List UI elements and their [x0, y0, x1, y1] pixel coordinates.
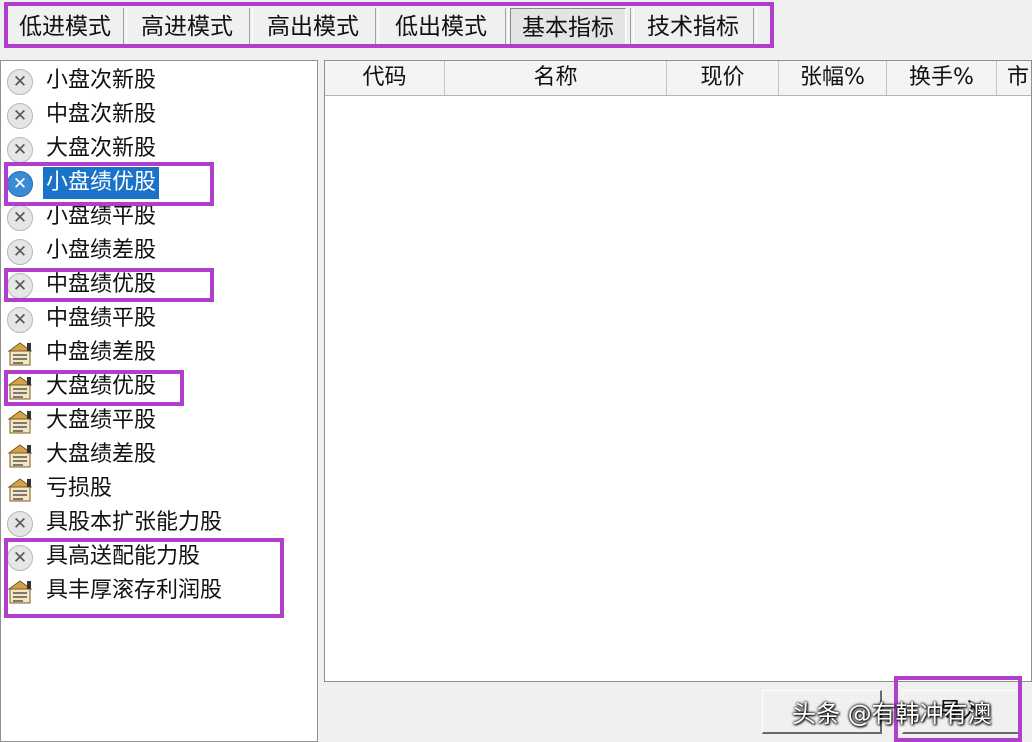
list-item-label: 中盘绩优股	[46, 272, 157, 297]
tab-separator	[249, 8, 253, 44]
tab-low-entry[interactable]: 低进模式	[10, 8, 120, 46]
grid-header: 代码 名称 现价 张幅% 换手% 市	[325, 61, 1031, 96]
tab-high-entry[interactable]: 高进模式	[128, 8, 246, 46]
list-item-label: 大盘次新股	[46, 136, 157, 161]
list-item-label: 亏损股	[46, 476, 113, 501]
column-header-price[interactable]: 现价	[667, 61, 779, 95]
list-item-label: 小盘绩平股	[46, 204, 157, 229]
column-header-name[interactable]: 名称	[445, 61, 667, 95]
x-circle-icon: ✕	[7, 205, 33, 231]
list-item[interactable]: 大盘绩差股	[7, 439, 307, 471]
x-circle-icon: ✕	[7, 171, 33, 197]
formula-note-icon	[7, 478, 33, 502]
tab-separator	[375, 8, 379, 44]
column-header-code[interactable]: 代码	[325, 61, 445, 95]
list-item[interactable]: 中盘绩差股	[7, 337, 307, 369]
list-item-label: 小盘绩差股	[46, 238, 157, 263]
column-header-change-pct[interactable]: 张幅%	[779, 61, 887, 95]
list-item-label: 小盘次新股	[46, 68, 157, 93]
x-circle-icon: ✕	[7, 511, 33, 537]
list-item[interactable]: 具丰厚滚存利润股	[7, 575, 307, 607]
import-button[interactable]: 导入	[902, 690, 1022, 734]
list-item[interactable]: ✕ 中盘绩优股	[7, 269, 307, 301]
list-item[interactable]: ✕ 大盘次新股	[7, 133, 307, 165]
list-item[interactable]: ✕ 小盘绩差股	[7, 235, 307, 267]
bottom-button-bar: 导入	[324, 682, 1032, 742]
list-item-label: 中盘绩平股	[46, 306, 157, 331]
list-item[interactable]: ✕ 小盘次新股	[7, 65, 307, 97]
list-item[interactable]: 大盘绩平股	[7, 405, 307, 437]
formula-note-icon	[7, 342, 33, 366]
tab-technical-indicators[interactable]: 技术指标	[636, 8, 750, 46]
x-circle-icon: ✕	[7, 239, 33, 265]
column-header-market[interactable]: 市	[997, 61, 1031, 95]
formula-note-icon	[7, 580, 33, 604]
tab-separator	[505, 8, 509, 44]
tab-basic-indicators[interactable]: 基本指标	[510, 8, 626, 46]
list-item[interactable]: 大盘绩优股	[7, 371, 307, 403]
mode-tab-bar: 低进模式 高进模式 高出模式 低出模式 基本指标 技术指标	[0, 0, 1032, 56]
condition-list[interactable]: ✕ 小盘次新股 ✕ 中盘次新股 ✕ 大盘次新股 ✕ 小盘绩优股 ✕ 小盘绩平股 …	[0, 60, 318, 742]
tab-separator	[753, 8, 757, 44]
list-item-label: 具股本扩张能力股	[46, 510, 223, 535]
list-item[interactable]: 亏损股	[7, 473, 307, 505]
formula-note-icon	[7, 410, 33, 434]
x-circle-icon: ✕	[7, 307, 33, 333]
x-circle-icon: ✕	[7, 545, 33, 571]
list-item[interactable]: ✕ 中盘次新股	[7, 99, 307, 131]
list-item[interactable]: ✕ 具高送配能力股	[7, 541, 307, 573]
x-circle-icon: ✕	[7, 273, 33, 299]
x-circle-icon: ✕	[7, 137, 33, 163]
list-item-label: 中盘次新股	[46, 102, 157, 127]
formula-note-icon	[7, 444, 33, 468]
x-circle-icon: ✕	[7, 69, 33, 95]
list-item[interactable]: ✕ 中盘绩平股	[7, 303, 307, 335]
formula-note-icon	[7, 376, 33, 400]
list-item-label: 大盘绩差股	[46, 442, 157, 467]
list-item-label: 大盘绩优股	[46, 374, 157, 399]
list-item[interactable]: ✕ 具股本扩张能力股	[7, 507, 307, 539]
list-item-label: 大盘绩平股	[46, 408, 157, 433]
x-circle-icon: ✕	[7, 103, 33, 129]
tab-separator	[123, 8, 127, 44]
tab-high-exit[interactable]: 高出模式	[254, 8, 372, 46]
action-button[interactable]	[762, 690, 882, 734]
stock-result-grid[interactable]: 代码 名称 现价 张幅% 换手% 市	[324, 60, 1032, 682]
tab-separator	[630, 8, 634, 44]
column-header-turnover-pct[interactable]: 换手%	[887, 61, 997, 95]
list-item-label: 具高送配能力股	[46, 544, 201, 569]
tab-low-exit[interactable]: 低出模式	[380, 8, 502, 46]
list-item-selected[interactable]: ✕ 小盘绩优股	[7, 167, 307, 199]
list-item-label: 中盘绩差股	[46, 340, 157, 365]
list-item[interactable]: ✕ 小盘绩平股	[7, 201, 307, 233]
list-item-label: 小盘绩优股	[43, 167, 160, 199]
list-item-label: 具丰厚滚存利润股	[46, 578, 223, 603]
